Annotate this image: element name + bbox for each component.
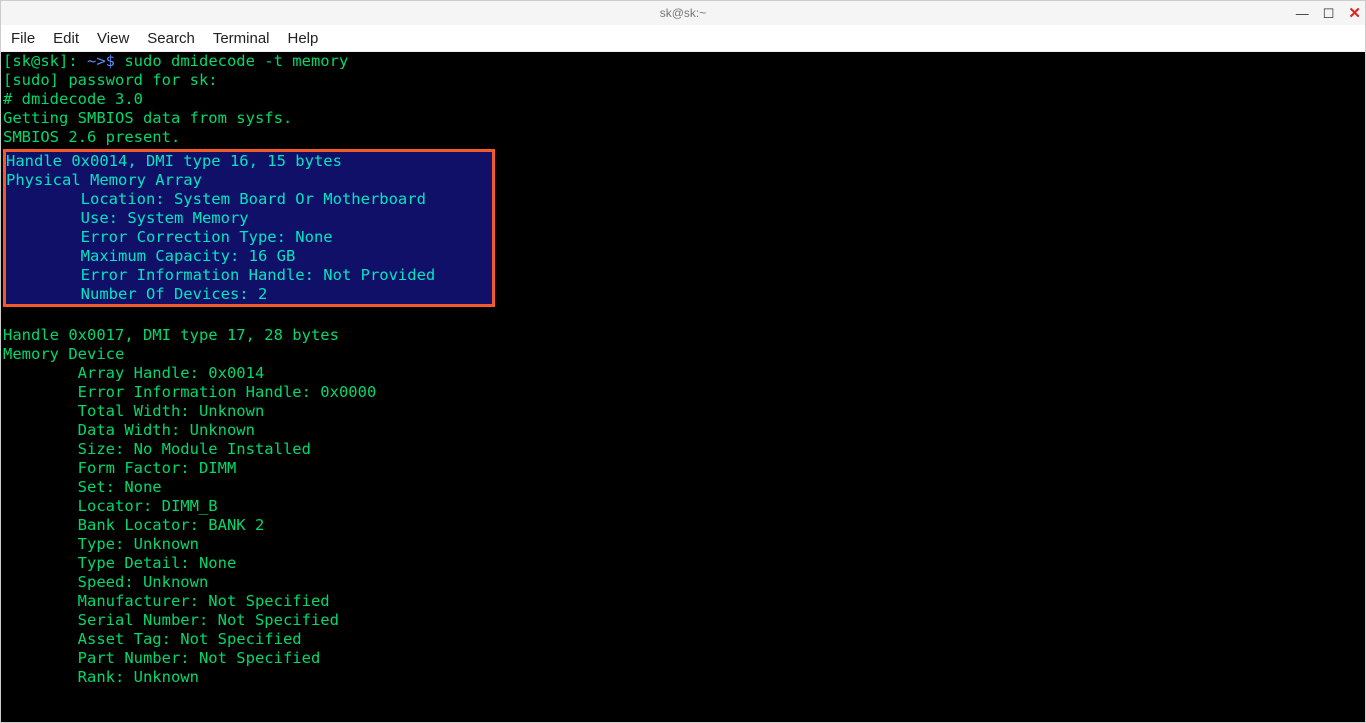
terminal-scroll[interactable]: [sk@sk]: ~>$ sudo dmidecode -t memory [s… (1, 52, 1365, 722)
highlighted-block: Handle 0x0014, DMI type 16, 15 bytes Phy… (3, 149, 495, 307)
window-controls: — ☐ ✕ (1296, 1, 1361, 25)
menu-search[interactable]: Search (147, 30, 195, 47)
menu-view[interactable]: View (97, 30, 129, 47)
output-preamble: [sudo] password for sk: # dmidecode 3.0 … (3, 71, 1363, 147)
window-title: sk@sk:~ (660, 6, 707, 20)
menubar: File Edit View Search Terminal Help (1, 25, 1365, 52)
prompt-sep: : (68, 52, 87, 70)
titlebar: sk@sk:~ — ☐ ✕ (1, 1, 1365, 25)
terminal-window: sk@sk:~ — ☐ ✕ File Edit View Search Term… (0, 0, 1366, 723)
command-text: sudo dmidecode -t memory (124, 52, 348, 70)
prompt-userhost: [sk@sk] (3, 52, 68, 70)
menu-file[interactable]: File (11, 30, 35, 47)
output-body: Handle 0x0017, DMI type 17, 28 bytes Mem… (3, 307, 1363, 687)
close-button[interactable]: ✕ (1348, 6, 1361, 21)
menu-edit[interactable]: Edit (53, 30, 79, 47)
minimize-button[interactable]: — (1296, 7, 1309, 20)
maximize-button[interactable]: ☐ (1323, 7, 1335, 20)
prompt-line: [sk@sk]: ~>$ sudo dmidecode -t memory (3, 52, 1363, 71)
highlighted-text: Handle 0x0014, DMI type 16, 15 bytes Phy… (6, 152, 435, 303)
menu-terminal[interactable]: Terminal (213, 30, 270, 47)
menu-help[interactable]: Help (288, 30, 319, 47)
terminal-area[interactable]: [sk@sk]: ~>$ sudo dmidecode -t memory [s… (1, 52, 1365, 722)
prompt-path: ~>$ (87, 52, 124, 70)
